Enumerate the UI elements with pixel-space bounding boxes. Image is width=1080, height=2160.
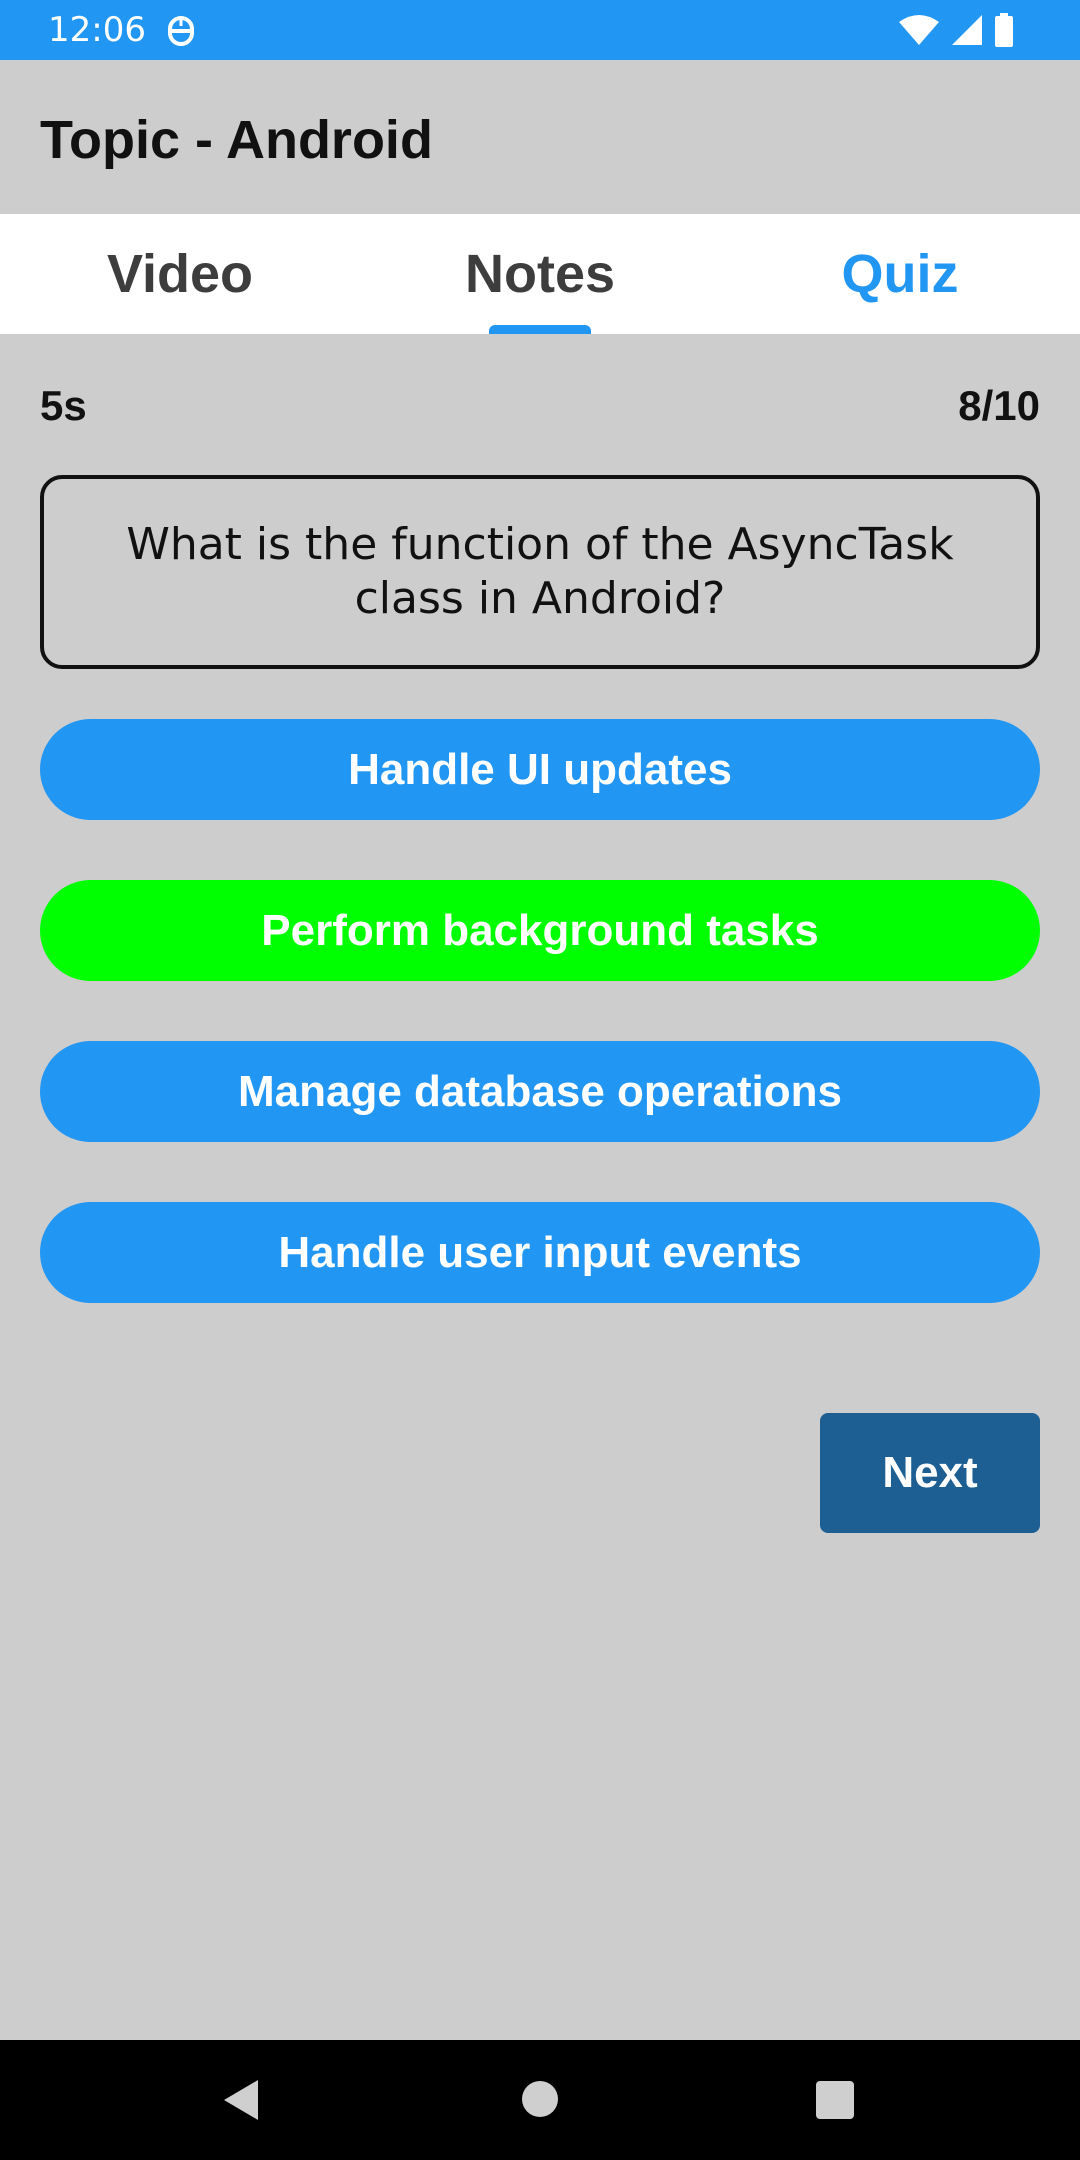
tab-indicator [489,325,591,334]
home-icon[interactable] [521,2080,559,2118]
tab-bar: Video Notes Quiz [0,214,1080,334]
question-card: What is the function of the AsyncTask cl… [40,475,1040,669]
quiz-timer: 5s [40,382,87,429]
status-icons [898,12,1014,48]
next-button[interactable]: Next [820,1413,1040,1533]
status-time: 12:06 [48,10,146,50]
tab-quiz[interactable]: Quiz [720,214,1080,334]
back-icon[interactable] [222,2078,262,2122]
option-button-2[interactable]: Perform background tasks [40,880,1040,981]
notification-icon [168,16,194,46]
signal-icon [952,15,982,45]
battery-icon [995,13,1013,47]
option-button-3[interactable]: Manage database operations [40,1041,1040,1142]
app-bar: Topic - Android [0,60,1080,214]
tab-video[interactable]: Video [0,214,360,334]
page-title: Topic - Android [40,110,433,170]
status-bar: 12:06 [0,0,1080,60]
quiz-progress: 8/10 [958,382,1040,429]
option-button-1[interactable]: Handle UI updates [40,719,1040,820]
wifi-icon [899,15,939,45]
system-nav-bar [0,2040,1080,2160]
recents-icon[interactable] [815,2080,855,2120]
tab-notes[interactable]: Notes [360,214,720,334]
question-text: What is the function of the AsyncTask cl… [126,519,954,624]
option-button-4[interactable]: Handle user input events [40,1202,1040,1303]
